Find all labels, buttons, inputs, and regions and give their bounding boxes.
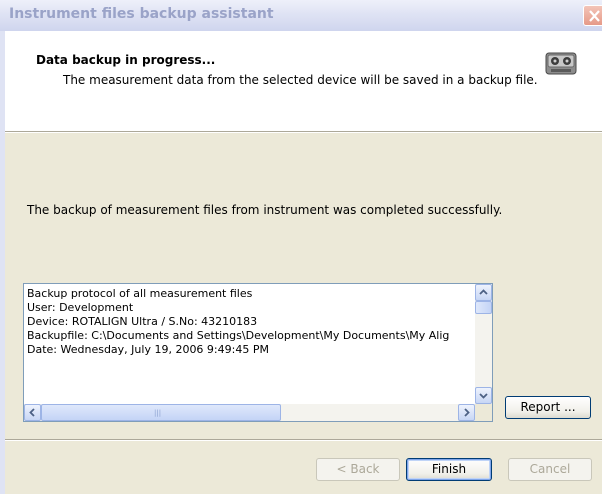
horizontal-scroll-thumb[interactable]: ||| — [41, 404, 281, 421]
log-line: Backup protocol of all measurement files — [27, 287, 253, 300]
chevron-up-icon — [479, 289, 488, 295]
back-button[interactable]: < Back — [316, 458, 400, 481]
vertical-scroll-thumb[interactable] — [475, 301, 492, 314]
chevron-right-icon — [464, 408, 470, 417]
log-line: Device: ROTALIGN Ultra / S.No: 43210183 — [27, 315, 258, 328]
header-subtitle: The measurement data from the selected d… — [63, 73, 538, 87]
header-title: Data backup in progress... — [36, 53, 216, 67]
log-line: User: Development — [27, 301, 134, 314]
backup-log-textbox[interactable]: Backup protocol of all measurement files… — [23, 283, 493, 422]
horizontal-scrollbar[interactable]: ||| — [24, 404, 475, 421]
scroll-down-button[interactable] — [475, 387, 492, 404]
tape-drive-icon — [545, 51, 577, 77]
dialog-window: Instrument files backup assistant Data b… — [0, 0, 602, 494]
log-line: Backupfile: C:\Documents and Settings\De… — [27, 329, 450, 342]
scroll-left-button[interactable] — [24, 404, 41, 421]
finish-button[interactable]: Finish — [406, 458, 492, 481]
close-icon — [589, 10, 600, 22]
footer-divider — [5, 439, 602, 441]
scroll-right-button[interactable] — [458, 404, 475, 421]
report-button[interactable]: Report ... — [505, 396, 591, 419]
grip-icon: ||| — [154, 409, 162, 417]
scroll-up-button[interactable] — [475, 284, 492, 301]
chevron-down-icon — [479, 393, 488, 399]
chevron-left-icon — [29, 408, 35, 417]
vertical-scrollbar[interactable] — [475, 284, 492, 404]
wizard-header: Data backup in progress... The measureme… — [5, 31, 602, 131]
cancel-button[interactable]: Cancel — [508, 458, 592, 481]
window-title: Instrument files backup assistant — [9, 6, 274, 22]
log-content: Backup protocol of all measurement files… — [27, 287, 475, 403]
close-button[interactable] — [583, 5, 602, 26]
scrollbar-corner — [475, 404, 492, 421]
title-bar[interactable]: Instrument files backup assistant — [0, 0, 602, 31]
log-line: Date: Wednesday, July 19, 2006 9:49:45 P… — [27, 343, 269, 356]
header-divider — [5, 131, 602, 133]
status-message: The backup of measurement files from ins… — [27, 203, 503, 217]
